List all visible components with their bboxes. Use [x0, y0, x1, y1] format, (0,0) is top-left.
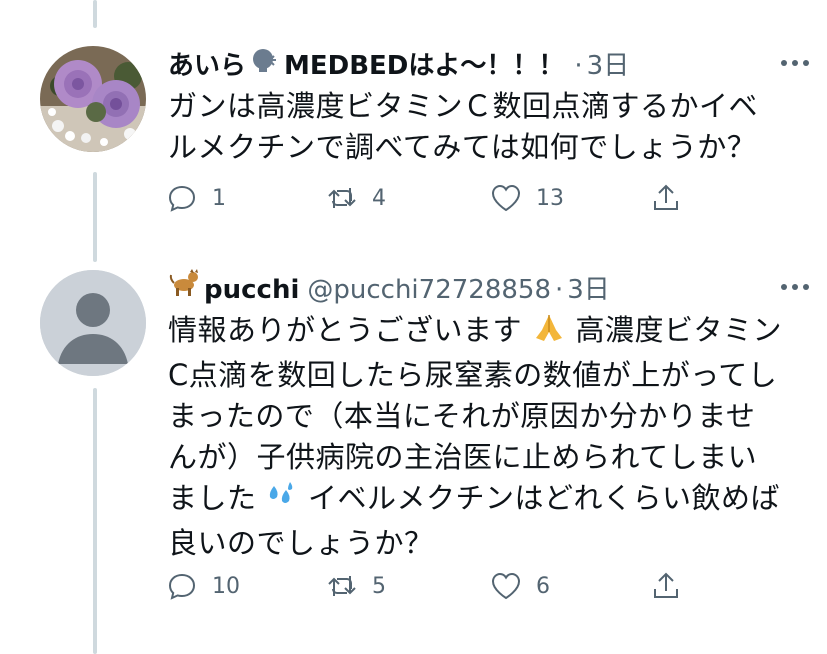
- more-options-icon[interactable]: [781, 60, 809, 66]
- share-button[interactable]: [650, 182, 682, 214]
- tweet-text: 情報ありがとうございます 高濃度ビタミン C点滴を数回したら尿窒素の数値が上がっ…: [168, 310, 788, 564]
- separator-dot: ·: [574, 51, 583, 81]
- heart-icon: [491, 572, 521, 600]
- like-count: 6: [536, 573, 550, 599]
- sweat-droplets-icon: [266, 480, 298, 523]
- timestamp[interactable]: 3日: [587, 45, 630, 82]
- tweet[interactable]: あいら MEDBEDはよ〜！！！ · 3日 ガンは高濃度ビタミンＣ数回点滴するか…: [0, 0, 827, 240]
- tweet-text-line: ルメクチンで調べてみては如何でしょうか？: [168, 130, 757, 164]
- tweet-text-line: C点滴を数回したら尿窒素の数値が上がってし: [168, 358, 778, 392]
- retweet-count: 4: [372, 185, 386, 211]
- more-options-icon[interactable]: [781, 284, 809, 290]
- share-icon: [654, 572, 678, 598]
- tweet-text-line: 情報ありがとうございます 高濃度ビタミン: [168, 310, 788, 355]
- like-button[interactable]: 13: [490, 182, 564, 214]
- tweet-actions: 1 4 13: [166, 182, 706, 222]
- tweet-text: ガンは高濃度ビタミンＣ数回点滴するかイベ ルメクチンで調べてみては如何でしょうか…: [168, 86, 788, 168]
- share-icon: [654, 184, 678, 210]
- retweet-button[interactable]: 4: [326, 182, 386, 214]
- tweet-text-line: んが）子供病院の主治医に止められてしまい: [168, 440, 758, 474]
- tweet-text-line: まったので（本当にそれが原因か分かりませ: [168, 399, 756, 433]
- dog-icon: [168, 268, 200, 305]
- folded-hands-icon: [532, 312, 566, 355]
- tweet-text-segment: 情報ありがとうございます: [168, 313, 523, 347]
- speaking-head-icon: [250, 44, 280, 81]
- user-handle[interactable]: @pucchi72728858: [307, 275, 551, 305]
- tweet-header: あいら MEDBEDはよ〜！！！ · 3日: [168, 44, 629, 82]
- like-count: 13: [536, 185, 564, 211]
- tweet-actions: 10 5 6: [166, 570, 706, 610]
- heart-icon: [491, 184, 521, 212]
- retweet-icon: [328, 576, 356, 596]
- avatar[interactable]: [40, 46, 146, 152]
- timestamp[interactable]: 3日: [567, 269, 610, 306]
- share-button[interactable]: [650, 570, 682, 602]
- reply-icon: [168, 573, 196, 600]
- like-button[interactable]: 6: [490, 570, 550, 602]
- retweet-count: 5: [372, 573, 386, 599]
- reply-button[interactable]: 10: [166, 570, 240, 602]
- display-name[interactable]: あいら: [168, 45, 246, 82]
- tweet-text-segment: ました: [168, 481, 257, 515]
- reply-count: 1: [212, 185, 226, 211]
- tweet[interactable]: pucchi @pucchi72728858 · 3日 情報ありがとうございます…: [0, 240, 827, 654]
- display-name[interactable]: pucchi: [204, 275, 299, 305]
- avatar[interactable]: [40, 270, 146, 376]
- display-name-suffix[interactable]: MEDBEDはよ〜！！！: [284, 45, 564, 82]
- retweet-button[interactable]: 5: [326, 570, 386, 602]
- tweet-text-line: ました イベルメクチンはどれくらい飲めば: [168, 478, 788, 523]
- tweet-text-segment: 高濃度ビタミン: [575, 313, 782, 347]
- tweet-text-segment: イベルメクチンはどれくらい飲めば: [307, 481, 780, 515]
- retweet-icon: [328, 188, 356, 208]
- separator-dot: ·: [555, 275, 564, 305]
- reply-button[interactable]: 1: [166, 182, 226, 214]
- tweet-header: pucchi @pucchi72728858 · 3日: [168, 268, 610, 306]
- reply-icon: [168, 185, 196, 212]
- tweet-text-line: 良いのでしょうか？: [168, 526, 434, 560]
- reply-count: 10: [212, 573, 240, 599]
- tweet-text-line: ガンは高濃度ビタミンＣ数回点滴するかイベ: [168, 89, 759, 123]
